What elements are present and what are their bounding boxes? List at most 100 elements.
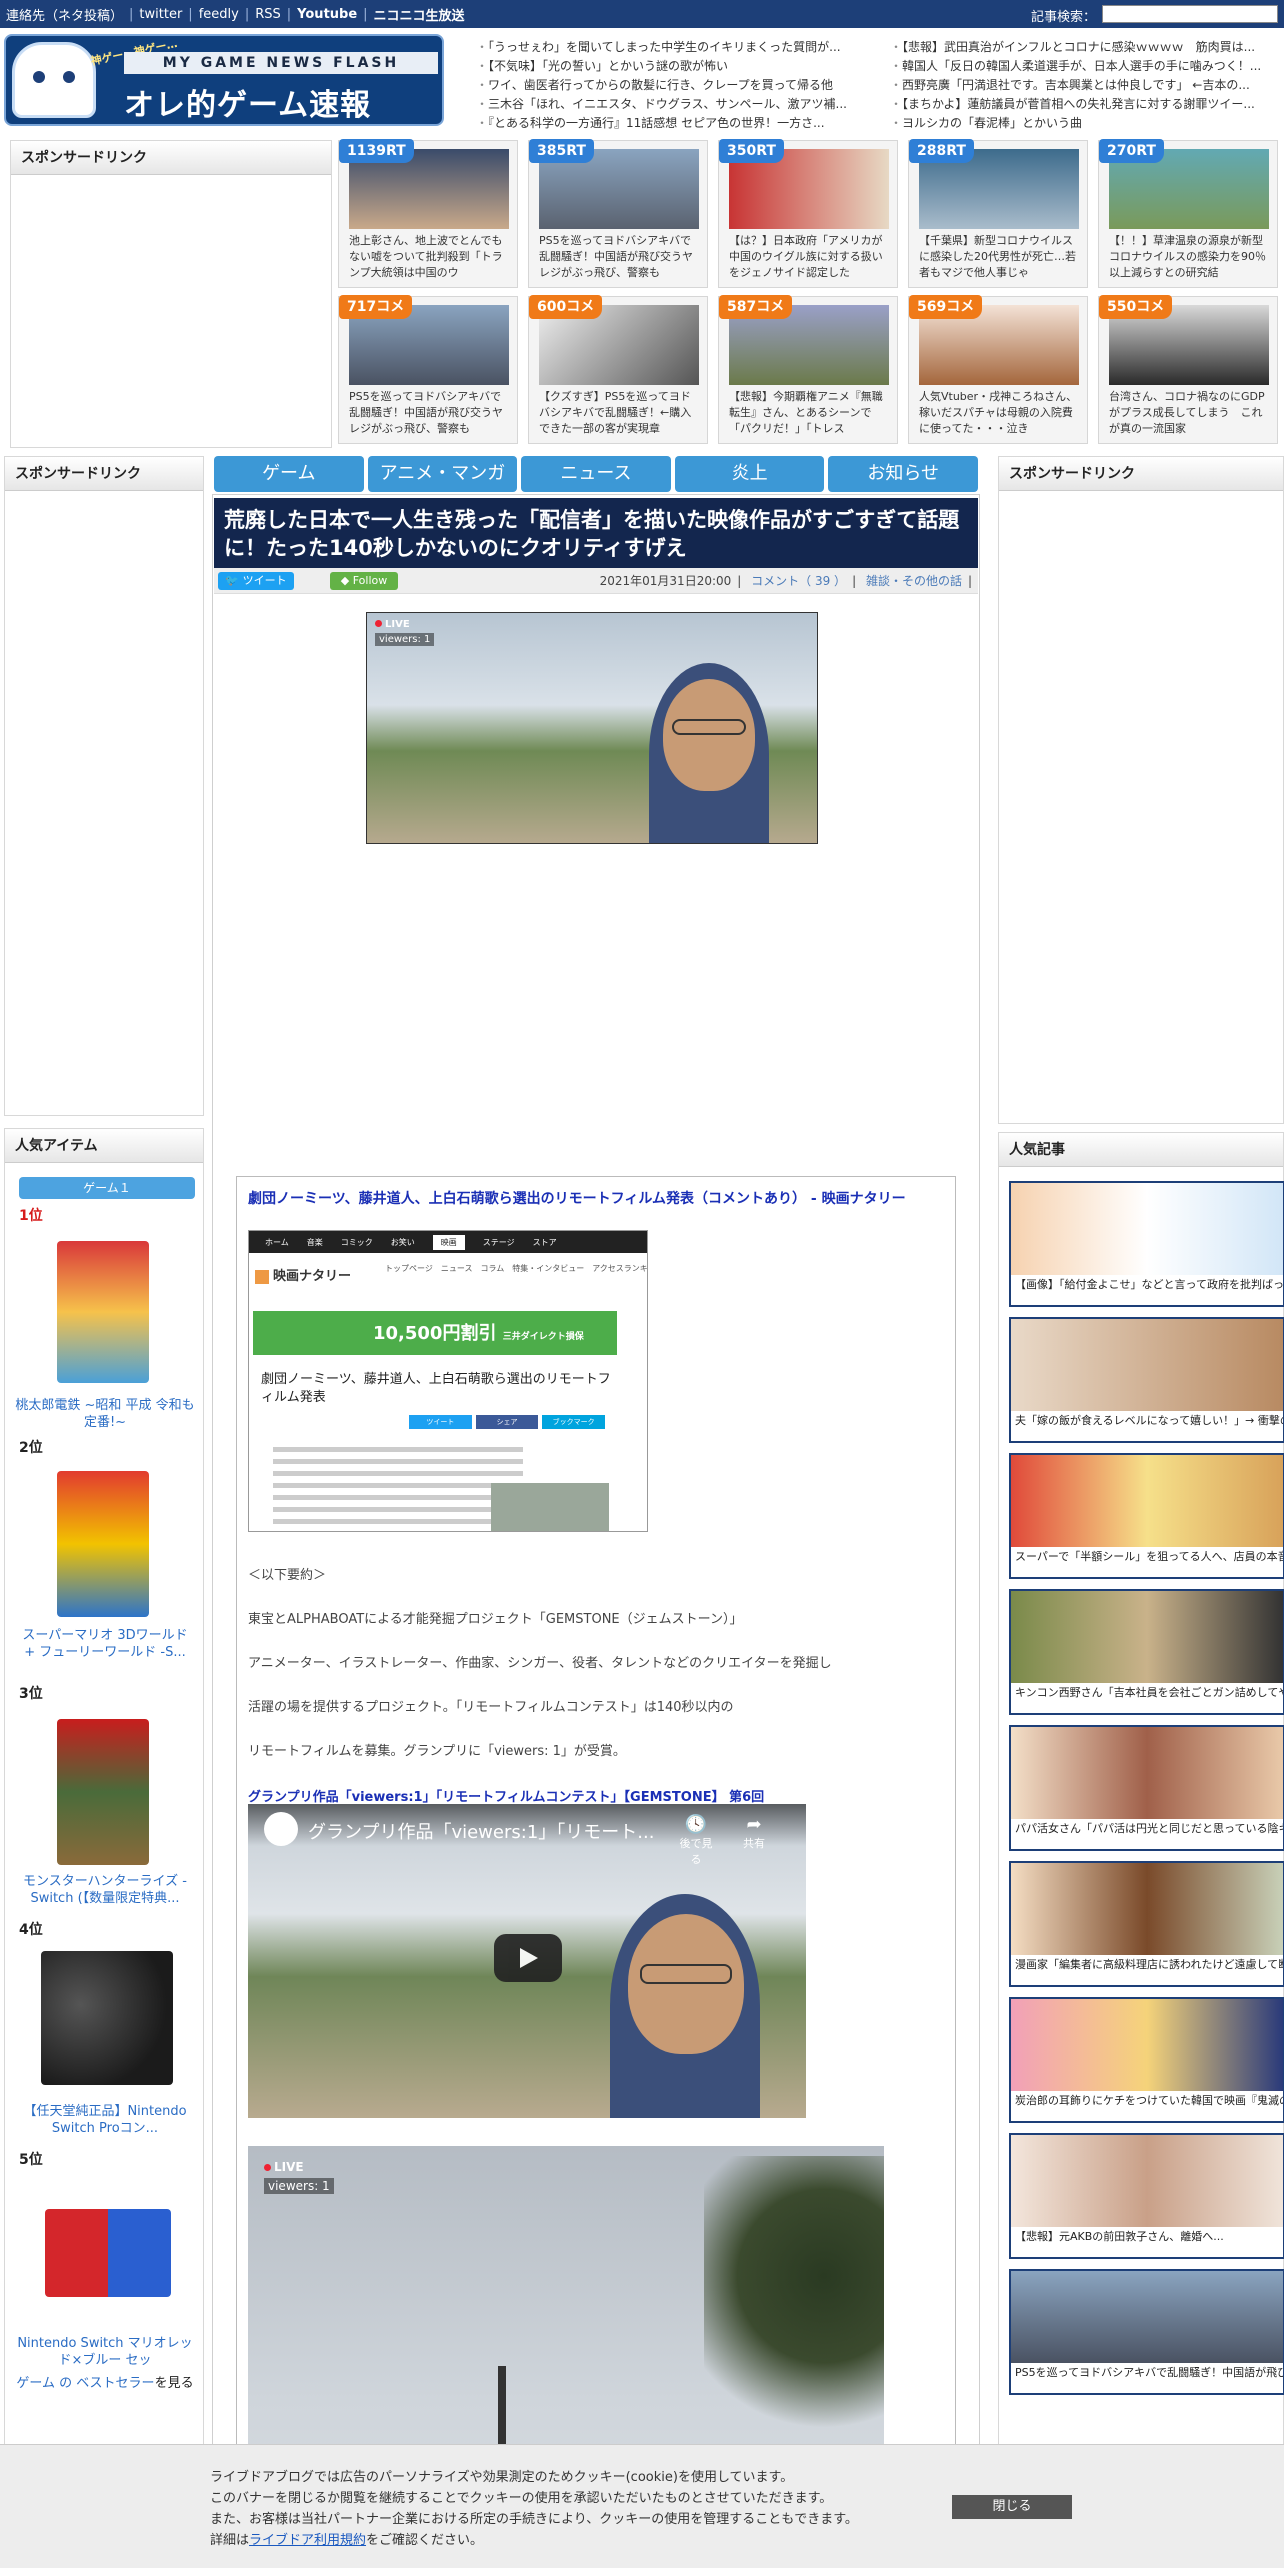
feedly-icon: ◆ <box>340 574 353 587</box>
live-dot-icon <box>375 620 382 627</box>
natalie-shares: ツイート シェア ブックマーク <box>409 1415 606 1429</box>
product-image[interactable] <box>57 1719 149 1865</box>
viewers-label: viewers: 1 <box>264 2178 334 2194</box>
nav-tab-news[interactable]: ニュース <box>521 456 671 492</box>
product-image[interactable] <box>57 1241 149 1383</box>
popular-article[interactable]: スーパーで「半額シール」を狙ってる人へ、店員の本音がこちらです・・・ <box>1009 1453 1284 1579</box>
rt-card[interactable]: 569コメ 人気Vtuber・戌神ころねさん、稼いだスパチャは母親の入院費に使って… <box>908 295 1088 444</box>
popular-article[interactable]: 漫画家「編集者に高級料理店に誘われたけど遠慮して断ったら怒られた」→その理由が凄… <box>1009 1861 1284 1987</box>
youtube-embed[interactable]: グランプリ作品「viewers:1」「リモート... 🕓 後で見る ➦ 共有 <box>248 1804 806 2118</box>
terms-link[interactable]: ライブドア利用規約 <box>249 2533 366 2548</box>
nav-tab-game[interactable]: ゲーム <box>214 456 364 492</box>
popular-article[interactable]: 炭治郎の耳飾りにケチをつけていた韓国で映画『鬼滅の刃 無限列車編』が公開された結… <box>1009 1997 1284 2123</box>
comment-badge: 587コメ <box>719 295 793 319</box>
person-face <box>628 1914 744 2054</box>
product-image[interactable] <box>57 1471 149 1617</box>
headline-item[interactable]: 【悲報】武田真治がインフルとコロナに感染ｗｗｗｗ 筋肉買は... <box>890 38 1280 57</box>
feedly-link[interactable]: feedly <box>199 7 239 22</box>
rt-caption: 【千葉県】新型コロナウイルスに感染した20代男性が死亡…若者もマジで他人事じゃ <box>919 234 1076 279</box>
bestseller-line: ゲーム の ベストセラーを見る <box>16 2376 194 2391</box>
headline-item[interactable]: 「うっせぇわ」を聞いてしまった中学生のイキリまくった質問が... <box>476 38 866 57</box>
product-name[interactable]: 桃太郎電鉄 ~昭和 平成 令和も定番!~ <box>15 1397 195 1431</box>
site-logo[interactable]: 神ゲー…神ゲー… MY GAME NEWS FLASH オレ的ゲーム速報@JIN <box>4 34 444 126</box>
popular-articles-title: 人気記事 <box>999 1133 1283 1167</box>
search-label: 記事検索： <box>1030 10 1096 25</box>
quote-source-link[interactable]: 劇団ノーミーツ、藤井道人、上白石萌歌ら選出のリモートフィルム発表（コメントあり）… <box>248 1188 906 1208</box>
rt-card[interactable]: 350RT 【は？】日本政府「アメリカが中国のウイグル族に対する扱いをジェノサイド… <box>718 139 898 288</box>
logo-subtitle: MY GAME NEWS FLASH <box>124 52 438 74</box>
article-date: 2021年01月31日20:00 <box>599 574 732 588</box>
nav-tab-enjou[interactable]: 炎上 <box>674 456 825 492</box>
product-name[interactable]: スーパーマリオ 3Dワールド + フューリーワールド -S... <box>15 1627 195 1661</box>
rss-link[interactable]: RSS <box>255 7 281 22</box>
share-button[interactable]: ➦ 共有 <box>734 1814 774 1851</box>
play-button-icon[interactable] <box>494 1934 562 1982</box>
rt-card[interactable]: 587コメ【悲報】今期覇権アニメ『無職転生』さん、とあるシーンで「パクリだ！」「… <box>718 295 898 444</box>
headline-item[interactable]: 【まちかよ】蓮舫議員が菅首相への失礼発言に対する謝罪ツイー... <box>890 95 1280 114</box>
cookie-banner: ライブドアブログでは広告のパーソナライズや効果測定のためクッキー(cookie)… <box>0 2444 1284 2568</box>
viewers-label: viewers: 1 <box>375 633 435 646</box>
rt-card[interactable]: 717コメ PS5を巡ってヨドバシアキバで乱闘騒ぎ！中国語が飛び交うヤレジがぶっ飛… <box>338 295 518 444</box>
headline-item[interactable]: 『とある科学の一方通行』11話感想 セピア色の世界！一方さ... <box>476 114 866 133</box>
rt-card[interactable]: 288RT 【千葉県】新型コロナウイルスに感染した20代男性が死亡…若者もマジで他… <box>908 139 1088 288</box>
rt-card[interactable]: 600コメ 【クズすぎ】PS5を巡ってヨドバシアキバで乱闘騒ぎ！←購入できた一部の… <box>528 295 708 444</box>
sponsor-title: スポンサードリンク <box>5 457 203 491</box>
watch-later-button[interactable]: 🕓 後で見る <box>676 1814 716 1867</box>
product-name[interactable]: モンスターハンターライズ -Switch (【数量限定特典... <box>15 1873 195 1907</box>
hero-image: LIVE viewers: 1 <box>366 612 818 844</box>
natalie-body <box>273 1447 523 1531</box>
rt-card[interactable]: 270RT 【！！】草津温泉の源泉が新型コロナウイルスの感染力を90％以上減らすと… <box>1098 139 1278 288</box>
product-image[interactable] <box>45 2209 171 2297</box>
twitter-link[interactable]: twitter <box>139 7 182 22</box>
youtube-link[interactable]: Youtube <box>297 7 357 22</box>
popular-article[interactable]: 夫「嫁の飯が食えるレベルになって嬉しい！」→ 衝撃の事実が判明 <box>1009 1317 1284 1443</box>
category-link[interactable]: 雑談・その他の話 <box>866 574 962 588</box>
popular-article[interactable]: 【画像】「給付金よこせ」などと言って政府を批判ばっかしてる人たち、1枚の漫画に論… <box>1009 1181 1284 1307</box>
headline-item[interactable]: 韓国人「反日の韓国人柔道選手が、日本人選手の手に噛みつく！... <box>890 57 1280 76</box>
rt-caption: 人気Vtuber・戌神ころねさん、稼いだスパチャは母親の入院費に使ってた・・・泣… <box>919 390 1078 435</box>
rank-label: 5位 <box>19 2152 43 2168</box>
product-image[interactable] <box>41 1951 173 2085</box>
headline-item[interactable]: 西野亮廣「円満退社です。吉本興業とは仲良しです」 ←吉本の... <box>890 76 1280 95</box>
niconico-link[interactable]: ニコニコ生放送 <box>374 5 465 24</box>
rt-caption: 【悲報】今期覇権アニメ『無職転生』さん、とあるシーンで「パクリだ！」「トレス <box>729 390 883 435</box>
rt-card[interactable]: 550コメ 台湾さん、コロナ禍なのにGDPがプラス成長してしまう これが真の一流国… <box>1098 295 1278 444</box>
share-icon: ➦ <box>746 1814 762 1835</box>
rank-label: 3位 <box>19 1686 43 1702</box>
tweet-button[interactable]: 🐦 ツイート <box>218 572 294 590</box>
bestseller-link[interactable]: ゲーム の ベストセラー <box>16 2376 154 2391</box>
headline-item[interactable]: 【不気味】「光の誓い」とかいう謎の歌が怖い <box>476 57 866 76</box>
sponsor-title: スポンサードリンク <box>999 457 1283 491</box>
cookie-text: ライブドアブログでは広告のパーソナライズや効果測定のためクッキー(cookie)… <box>210 2470 858 2548</box>
rt-card[interactable]: 385RT PS5を巡ってヨドバシアキバで乱闘騒ぎ！中国語が飛び交うヤレジがぶっ飛… <box>528 139 708 288</box>
nav-tab-anime-manga[interactable]: アニメ・マンガ <box>367 456 518 492</box>
feedly-follow-button[interactable]: ◆ Follow <box>330 572 398 590</box>
headline-item[interactable]: 三木谷「ほれ、イニエスタ、ドウグラス、サンペール、激アツ補... <box>476 95 866 114</box>
popular-article[interactable]: パパ活女さん「パパ活は円光と同じだと思っている陰キャどもへ」 <box>1009 1725 1284 1851</box>
popular-article[interactable]: キンコン西野さん「吉本社員を会社ごとガン詰めしてやったｗ（ｷﾘｯ」→ 契約解除 <box>1009 1589 1284 1715</box>
genre-button[interactable]: ゲーム１ <box>19 1177 195 1199</box>
twitter-bird-icon: 🐦 <box>225 574 243 587</box>
natalie-screenshot[interactable]: ホーム 音楽 コミック お笑い 映画 ステージ ストア 映画ナタリー トップペー… <box>248 1230 648 1532</box>
top-bar: 連絡先（ネタ投稿） | twitter | feedly | RSS | Youtube… <box>0 0 1284 28</box>
channel-avatar-icon[interactable] <box>264 1812 298 1846</box>
popular-article[interactable]: 【悲報】元AKBの前田敦子さん、離婚へ... <box>1009 2133 1284 2259</box>
rank-label: 2位 <box>19 1440 43 1456</box>
contact-link[interactable]: 連絡先（ネタ投稿） <box>6 5 123 24</box>
headline-item[interactable]: ワイ、歯医者行ってからの散髪に行き、クレープを買って帰る他 <box>476 76 866 95</box>
headline-item[interactable]: ヨルシカの「春泥棒」とかいう曲 <box>890 114 1280 133</box>
product-name[interactable]: 【任天堂純正品】Nintendo Switch Proコン... <box>15 2103 195 2137</box>
search-input[interactable] <box>1102 5 1278 23</box>
comment-badge: 717コメ <box>339 295 413 319</box>
youtube-title-link[interactable]: グランプリ作品「viewers:1」「リモートフィルムコンテスト」【GEMSTO… <box>248 1786 764 1805</box>
rt-badge: 385RT <box>529 139 594 163</box>
cookie-close-button[interactable]: 閉じる <box>952 2495 1072 2519</box>
rt-card[interactable]: 1139RT 池上彰さん、地上波でとんでもない嘘をついて批判殺到「トランプ大統領は… <box>338 139 518 288</box>
live-dot-icon <box>264 2164 271 2171</box>
youtube-video-title[interactable]: グランプリ作品「viewers:1」「リモート... <box>308 1818 654 1844</box>
live-label: LIVE <box>375 619 410 630</box>
product-name[interactable]: Nintendo Switch マリオレッド×ブルー セッ <box>15 2335 195 2369</box>
comments-link[interactable]: コメント（ 39 ） <box>751 574 846 588</box>
nav-tab-notice[interactable]: お知らせ <box>828 456 978 492</box>
popular-article[interactable]: PS5を巡ってヨドバシアキバで乱闘騒ぎ！中国語が飛び交うヤレジがぶっ飛び、警察も… <box>1009 2269 1284 2395</box>
